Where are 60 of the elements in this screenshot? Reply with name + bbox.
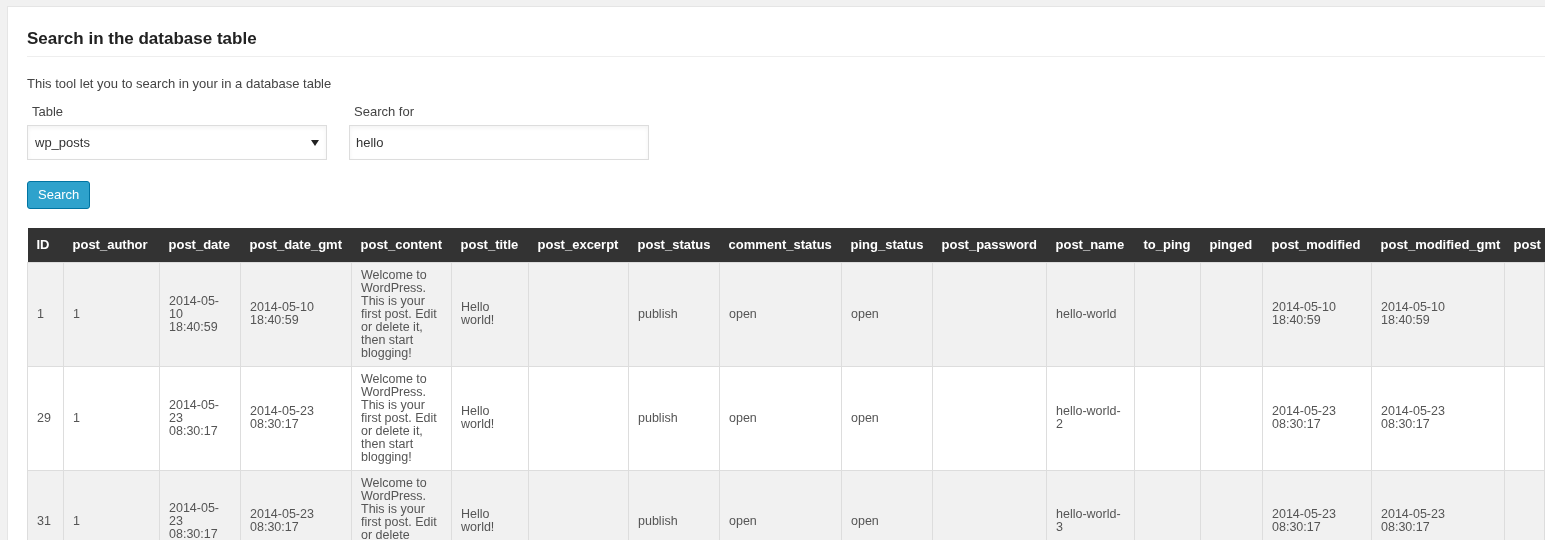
column-header: pinged [1200,228,1263,262]
table-cell: 2014-05-23 08:30:17 [1272,404,1336,431]
table-cell: Hello world! [461,507,495,534]
table-cell: 31 [37,513,51,528]
table-cell: open [729,306,757,321]
column-header: post_content [351,228,452,262]
table-cell: 2014-05-23 08:30:17 [1381,507,1445,534]
column-header: post_name [1046,228,1135,262]
table-cell: 2014-05-23 08:30:17 [169,500,220,540]
table-cell: Welcome to WordPress. This is your first post. Edit or delete [361,475,437,540]
table-cell: publish [638,306,678,321]
table-cell: hello-world-3 [1056,507,1121,534]
table-cell: Hello world! [461,404,495,431]
panel-title: Search in the database table [27,29,257,49]
search-field[interactable]: hello [349,125,649,160]
table-cell: open [729,513,757,528]
column-header: to_ping [1134,228,1201,262]
column-header: post_date [159,228,241,262]
table-cell: open [851,306,879,321]
table-cell: open [851,410,879,425]
column-header: post_modified [1262,228,1372,262]
column-header: post_title [451,228,529,262]
table-cell: Welcome to WordPress. This is your first post. Edit or delete it, then start blogging! [361,267,437,360]
column-header: post_date_gmt [240,228,352,262]
caret-icon [311,139,319,146]
table-cell: 2014-05-23 08:30:17 [1272,507,1336,534]
column-header: ping_status [841,228,933,262]
column-header: post_status [628,228,720,262]
table-cell: 2014-05-23 08:30:17 [1381,404,1445,431]
table-cell: publish [638,513,678,528]
table-cell: hello-world-2 [1056,404,1121,431]
table-cell: Welcome to WordPress. This is your first post. Edit or delete it, then start blogging! [361,371,437,464]
table-cell: 2014-05-23 08:30:17 [250,507,314,534]
table-cell: hello-world [1056,306,1117,321]
table-cell: publish [638,410,678,425]
column-header: post_author [63,228,160,262]
table-cell: 2014-05-23 08:30:17 [169,397,220,438]
table-cell: 2014-05-10 18:40:59 [250,300,314,327]
column-header: post_modified_gmt [1371,228,1505,262]
table-cell: 2014-05-10 18:40:59 [1381,300,1445,327]
table-cell: 1 [73,513,80,528]
table-cell: 1 [73,410,80,425]
table-select[interactable]: wp_posts [27,125,327,160]
table-cell: 2014-05-10 18:40:59 [169,293,220,334]
column-header: ID [27,228,64,262]
table-cell: 2014-05-23 08:30:17 [250,404,314,431]
description-text: This tool let you to search in your in a database table [27,77,332,91]
table-cell: open [851,513,879,528]
table-cell: open [729,410,757,425]
search-label: Search for [354,105,414,119]
table-cell: 2014-05-10 18:40:59 [1272,300,1336,327]
table-cell: 1 [37,306,44,321]
column-header: post_password [932,228,1047,262]
table-cell: 29 [37,410,51,425]
column-header: comment_status [719,228,842,262]
column-header: post [1504,228,1545,262]
column-header: post_excerpt [528,228,629,262]
table-cell: Hello world! [461,300,495,327]
table-label: Table [32,105,64,119]
table-cell: 1 [73,306,80,321]
